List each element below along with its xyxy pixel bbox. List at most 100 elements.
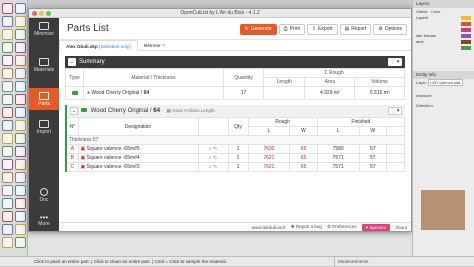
sketchup-tool-icon[interactable] [2, 29, 13, 40]
summary-header[interactable]: ⌄ Summary ⋮ ▾ [65, 56, 405, 68]
table-row[interactable]: A ▣ Square valence -65m#5 ⌕ ✎ 1 7630 65 … [65, 144, 405, 154]
sketchup-tool-icon[interactable] [15, 81, 26, 92]
sketchup-tool-icon[interactable] [2, 94, 13, 105]
website-link[interactable]: www.lairdubois.fr [252, 225, 286, 230]
sketchup-tool-icon[interactable] [2, 68, 13, 79]
sketchup-tool-icon[interactable] [15, 159, 26, 170]
sketchup-tool-icon[interactable] [15, 211, 26, 222]
sketchup-tool-icon[interactable] [2, 185, 13, 196]
sketchup-tool-icon[interactable] [15, 68, 26, 79]
layer-color-swatch[interactable] [461, 16, 471, 20]
sketchup-tool-icon[interactable] [2, 211, 13, 222]
sketchup-tool-icon[interactable] [2, 81, 13, 92]
highlight-icon[interactable]: ⌕ [209, 146, 212, 152]
sidebar-item-materials[interactable]: Materials [29, 58, 59, 80]
tab-model[interactable]: Alex Ghali.skp (Selection only) [59, 40, 138, 51]
highlight-icon[interactable]: ⌕ [209, 164, 212, 170]
edit-icon[interactable]: ✎ [213, 155, 218, 161]
sketchup-tool-icon[interactable] [2, 172, 13, 183]
sidebar-item-more[interactable]: ••• More [29, 214, 59, 230]
refresh-icon: ↻ [244, 26, 249, 32]
ocl-sidebar: Minimize Materials Parts Import Doc ••• … [29, 18, 59, 231]
sidebar-item-doc[interactable]: Doc [29, 188, 59, 206]
print-button[interactable]: ⎙ Print [278, 24, 305, 35]
part-actions[interactable]: ⌕ ✎ [197, 162, 229, 172]
generate-button[interactable]: ↻ Generate [239, 24, 277, 35]
sketchup-tool-icon[interactable] [2, 146, 13, 157]
window-titlebar: OpenCutList by L'Air du Bois - 4.1.2 [29, 9, 411, 18]
table-row[interactable]: B ▣ Square valence -65m#4 ⌕ ✎ 1 7621 65 … [65, 153, 405, 163]
sketchup-tool-icon[interactable] [15, 172, 26, 183]
options-button[interactable]: ⚙ Options [373, 24, 407, 35]
sketchup-tool-icon[interactable] [15, 185, 26, 196]
sketchup-tool-icon[interactable] [15, 42, 26, 53]
sketchup-tool-icon[interactable] [15, 107, 26, 118]
button-label: Export [318, 26, 333, 32]
sketchup-tool-icon[interactable] [15, 94, 26, 105]
chevron-down-icon[interactable]: ⌄ [70, 107, 78, 115]
sketchup-tool-icon[interactable] [2, 198, 13, 209]
sidebar-item-minimize[interactable]: Minimize [29, 22, 59, 44]
group-menu-button[interactable]: ⋮ ▾ [388, 107, 402, 115]
summary-row[interactable]: ● Wood Cherry Original / 64 17 4.929 m² … [65, 86, 405, 100]
edit-icon[interactable]: ✎ [213, 146, 218, 152]
group-header[interactable]: ⌄ Wood Cherry Original / 64 ▦ Grain Foll… [65, 105, 405, 117]
layer-color-swatch[interactable] [461, 34, 471, 38]
sidebar-item-import[interactable]: Import [29, 120, 59, 142]
table-row[interactable]: C ▣ Square valence -65m#3 ⌕ ✎ 1 7621 65 … [65, 162, 405, 172]
sponsor-button[interactable]: ♥ Sponsor [361, 223, 391, 231]
color-col: Color [431, 9, 441, 14]
sketchup-tool-icon[interactable] [15, 237, 26, 248]
layer-color-swatch[interactable] [461, 46, 471, 50]
sketchup-tool-icon[interactable] [2, 107, 13, 118]
close-window-button[interactable] [32, 11, 37, 16]
preferences-link[interactable]: ⚙ Preferences [327, 224, 357, 230]
part-actions[interactable]: ⌕ ✎ [197, 153, 229, 163]
part-actions[interactable]: ⌕ ✎ [197, 144, 229, 154]
layer-color-swatch[interactable] [461, 28, 471, 32]
sketchup-tool-icon[interactable] [15, 55, 26, 66]
edit-icon[interactable]: ✎ [213, 164, 218, 170]
layer-color-swatch[interactable] [461, 40, 471, 44]
sketchup-tool-icon[interactable] [15, 29, 26, 40]
layer-value[interactable]: LED valence stat [428, 79, 463, 86]
material-name: Wood Cherry Original [91, 90, 140, 96]
export-button[interactable]: ⇪ Export [306, 24, 338, 35]
sketchup-tool-icon[interactable] [2, 120, 13, 131]
sketchup-tool-icon[interactable] [2, 237, 13, 248]
group-material: Wood Cherry Original [90, 108, 149, 114]
highlight-icon[interactable]: ⌕ [209, 155, 212, 161]
summary-menu-button[interactable]: ⋮ ▾ [388, 58, 402, 66]
sketchup-tool-icon[interactable] [15, 3, 26, 14]
part-finished-l: 7571 [316, 153, 360, 163]
sidebar-item-parts[interactable]: Parts [29, 88, 59, 110]
sketchup-tool-icon[interactable] [15, 16, 26, 27]
layer-color-swatch[interactable] [461, 22, 471, 26]
sketchup-tool-icon[interactable] [2, 42, 13, 53]
part-rough-w: 65 [289, 162, 318, 172]
part-qty: 1 [227, 162, 249, 172]
part-finished-w: 57 [358, 162, 388, 172]
sketchup-tool-icon[interactable] [15, 120, 26, 131]
sketchup-tool-icon[interactable] [15, 146, 26, 157]
report-bug-link[interactable]: ✱ Report a bug [291, 224, 322, 230]
sketchup-tool-icon[interactable] [2, 224, 13, 235]
summary-table: Type Material / Thickness Quantity Σ Rou… [65, 68, 405, 100]
sketchup-tool-icon[interactable] [2, 55, 13, 66]
sketchup-tool-icon[interactable] [2, 16, 13, 27]
part-number: C [65, 162, 79, 172]
sketchup-tool-icon[interactable] [15, 224, 26, 235]
zoom-window-button[interactable] [46, 11, 51, 16]
sketchup-tool-icon[interactable] [15, 133, 26, 144]
sketchup-tool-icon[interactable] [2, 159, 13, 170]
sketchup-tool-icon[interactable] [15, 198, 26, 209]
tab-second[interactable]: Mètreter ✎ [138, 40, 172, 51]
chevron-down-icon[interactable]: ⌄ [68, 58, 76, 66]
layer-row[interactable] [413, 45, 474, 51]
col-header-icons [197, 117, 229, 136]
report-button[interactable]: ▤ Report [339, 24, 372, 35]
sketchup-tool-icon[interactable] [2, 133, 13, 144]
about-link[interactable]: About [395, 225, 407, 230]
minimize-window-button[interactable] [39, 11, 44, 16]
sketchup-tool-icon[interactable] [2, 3, 13, 14]
